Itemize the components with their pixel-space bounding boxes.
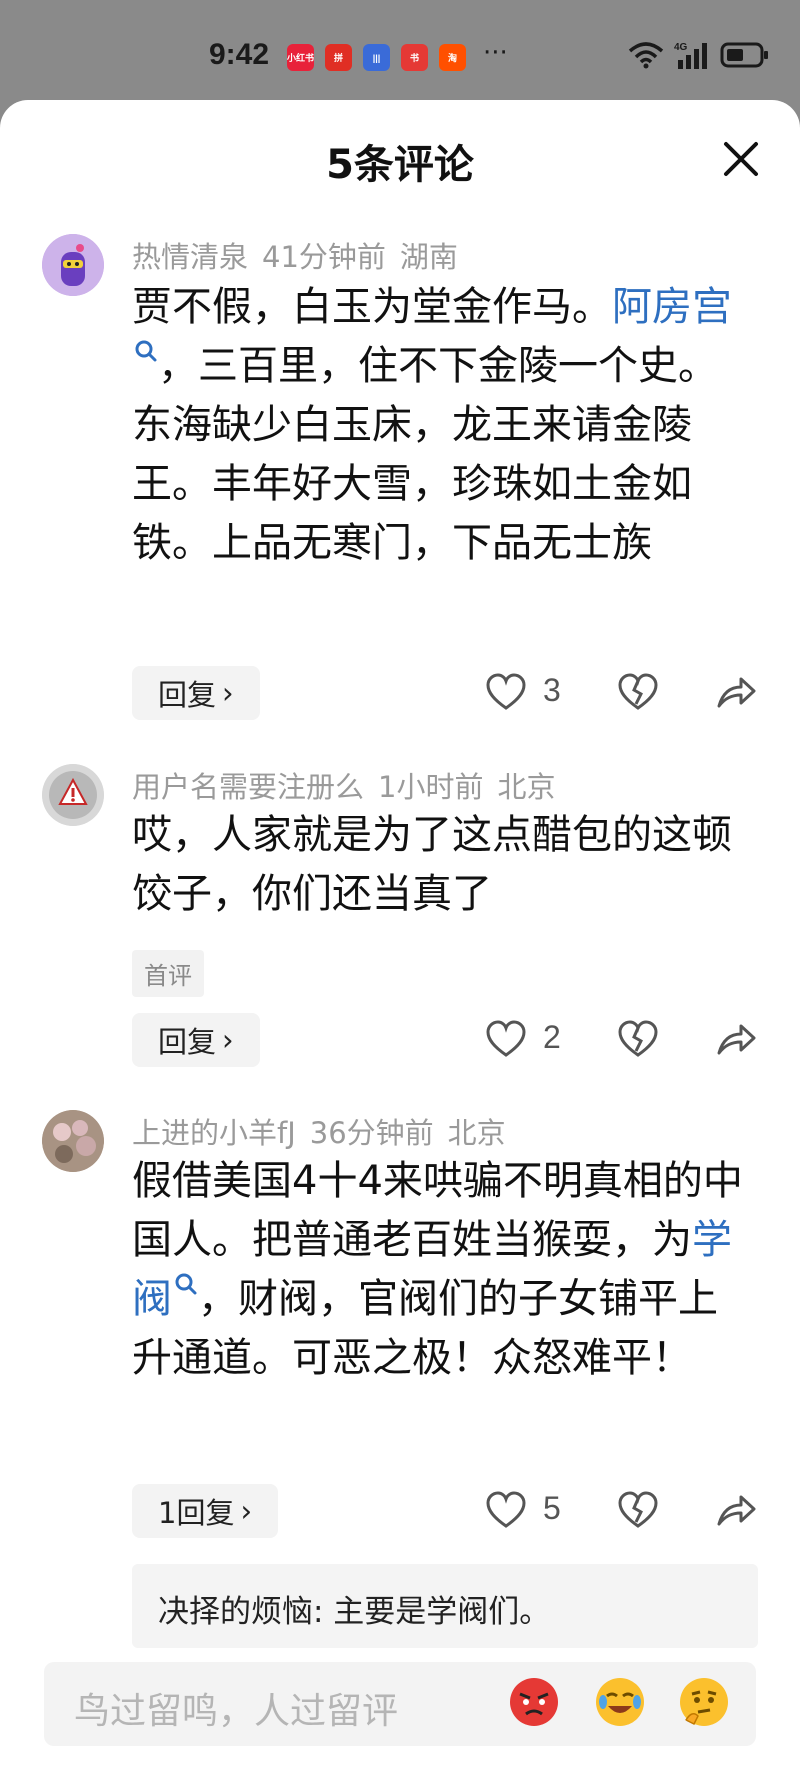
- comment-meta: 热情清泉 41分钟前 湖南: [132, 234, 472, 276]
- wifi-icon: [628, 41, 664, 69]
- angry-emoji-icon[interactable]: [508, 1676, 560, 1728]
- more-notifications-icon: ···: [483, 38, 508, 68]
- avatar[interactable]: [42, 234, 104, 296]
- comment-meta: 上进的小羊fJ 36分钟前 北京: [132, 1110, 520, 1152]
- like-count: 2: [543, 1019, 561, 1055]
- comments-sheet: 5条评论 热情清泉 41分钟前 湖南 贾不假，白玉为堂金作马。阿房宫，三百里，住不下…: [0, 100, 800, 1778]
- comment-time: 1小时前: [378, 770, 484, 804]
- status-bar: 9:42 小红书 拼 ||| 书 淘 ··· 4G: [0, 0, 800, 100]
- search-icon: [135, 340, 157, 362]
- share-icon[interactable]: [715, 1490, 757, 1530]
- chevron-right-icon: ›: [222, 676, 234, 710]
- notification-app-icons: 小红书 拼 ||| 书 淘: [287, 44, 466, 71]
- close-button[interactable]: [718, 136, 764, 182]
- like-count: 5: [543, 1490, 561, 1526]
- book-icon: 书: [401, 44, 428, 71]
- comment-actions: 3: [485, 666, 765, 720]
- reply-button[interactable]: 1回复 ›: [132, 1484, 279, 1538]
- username[interactable]: 用户名需要注册么: [132, 770, 364, 804]
- comment-actions: 5: [485, 1484, 765, 1538]
- sheet-title: 5条评论: [326, 142, 474, 188]
- broken-heart-icon[interactable]: [617, 1490, 659, 1530]
- voice-icon: |||: [363, 44, 390, 71]
- share-icon[interactable]: [715, 672, 757, 712]
- comment-input[interactable]: 鸟过留鸣，人过留评: [44, 1662, 756, 1746]
- reply-button[interactable]: 回复 ›: [132, 666, 260, 720]
- first-comment-badge: 首评: [132, 950, 204, 997]
- system-indicators: 4G: [628, 40, 770, 70]
- comment-time: 36分钟前: [309, 1116, 434, 1150]
- share-icon[interactable]: [715, 1019, 757, 1059]
- comment-text: 贾不假，白玉为堂金作马。阿房宫，三百里，住不下金陵一个史。东海缺少白玉床，龙王来…: [132, 284, 732, 566]
- crying-laughing-emoji-icon[interactable]: [594, 1676, 646, 1728]
- comment-text: 假借美国4十4来哄骗不明真相的中国人。把普通老百姓当猴耍，为学阀 ，财阀，官阀们的…: [132, 1158, 743, 1381]
- like-heart-icon[interactable]: [485, 1019, 527, 1059]
- comment-time: 41分钟前: [262, 240, 386, 274]
- comment-input-placeholder: 鸟过留鸣，人过留评: [74, 1691, 399, 1732]
- broken-heart-icon[interactable]: [617, 1019, 659, 1059]
- username[interactable]: 热情清泉: [132, 240, 248, 274]
- status-time: 9:42: [209, 38, 270, 71]
- username[interactable]: 上进的小羊fJ: [132, 1116, 296, 1150]
- avatar[interactable]: [42, 1110, 104, 1172]
- comment-meta: 用户名需要注册么 1小时前 北京: [132, 764, 569, 806]
- battery-icon: [720, 41, 770, 69]
- reply-button[interactable]: 回复 ›: [132, 1013, 260, 1067]
- sub-reply-preview[interactable]: 决择的烦恼: 主要是学阀们。: [132, 1564, 758, 1648]
- search-icon: [175, 1273, 197, 1295]
- close-icon: [724, 142, 758, 176]
- like-heart-icon[interactable]: [485, 672, 527, 712]
- xiaohongshu-icon: 小红书: [287, 44, 314, 71]
- signal-4g-icon: 4G: [674, 40, 710, 70]
- comment-location: 北京: [497, 770, 556, 804]
- comment-actions: 2: [485, 1013, 765, 1067]
- svg-text:4G: 4G: [674, 42, 688, 53]
- chevron-right-icon: ›: [240, 1494, 253, 1528]
- avatar[interactable]: [42, 764, 104, 826]
- thinking-emoji-icon[interactable]: [678, 1676, 730, 1728]
- like-count: 3: [543, 672, 561, 708]
- pinduoduo-icon: 拼: [325, 44, 352, 71]
- like-heart-icon[interactable]: [485, 1490, 527, 1530]
- comment-location: 湖南: [399, 240, 458, 274]
- chevron-right-icon: ›: [222, 1023, 234, 1057]
- taobao-icon: 淘: [439, 44, 466, 71]
- comment-text: 哎，人家就是为了这点醋包的这顿饺子，你们还当真了: [132, 812, 732, 917]
- broken-heart-icon[interactable]: [617, 672, 659, 712]
- comment-location: 北京: [447, 1116, 506, 1150]
